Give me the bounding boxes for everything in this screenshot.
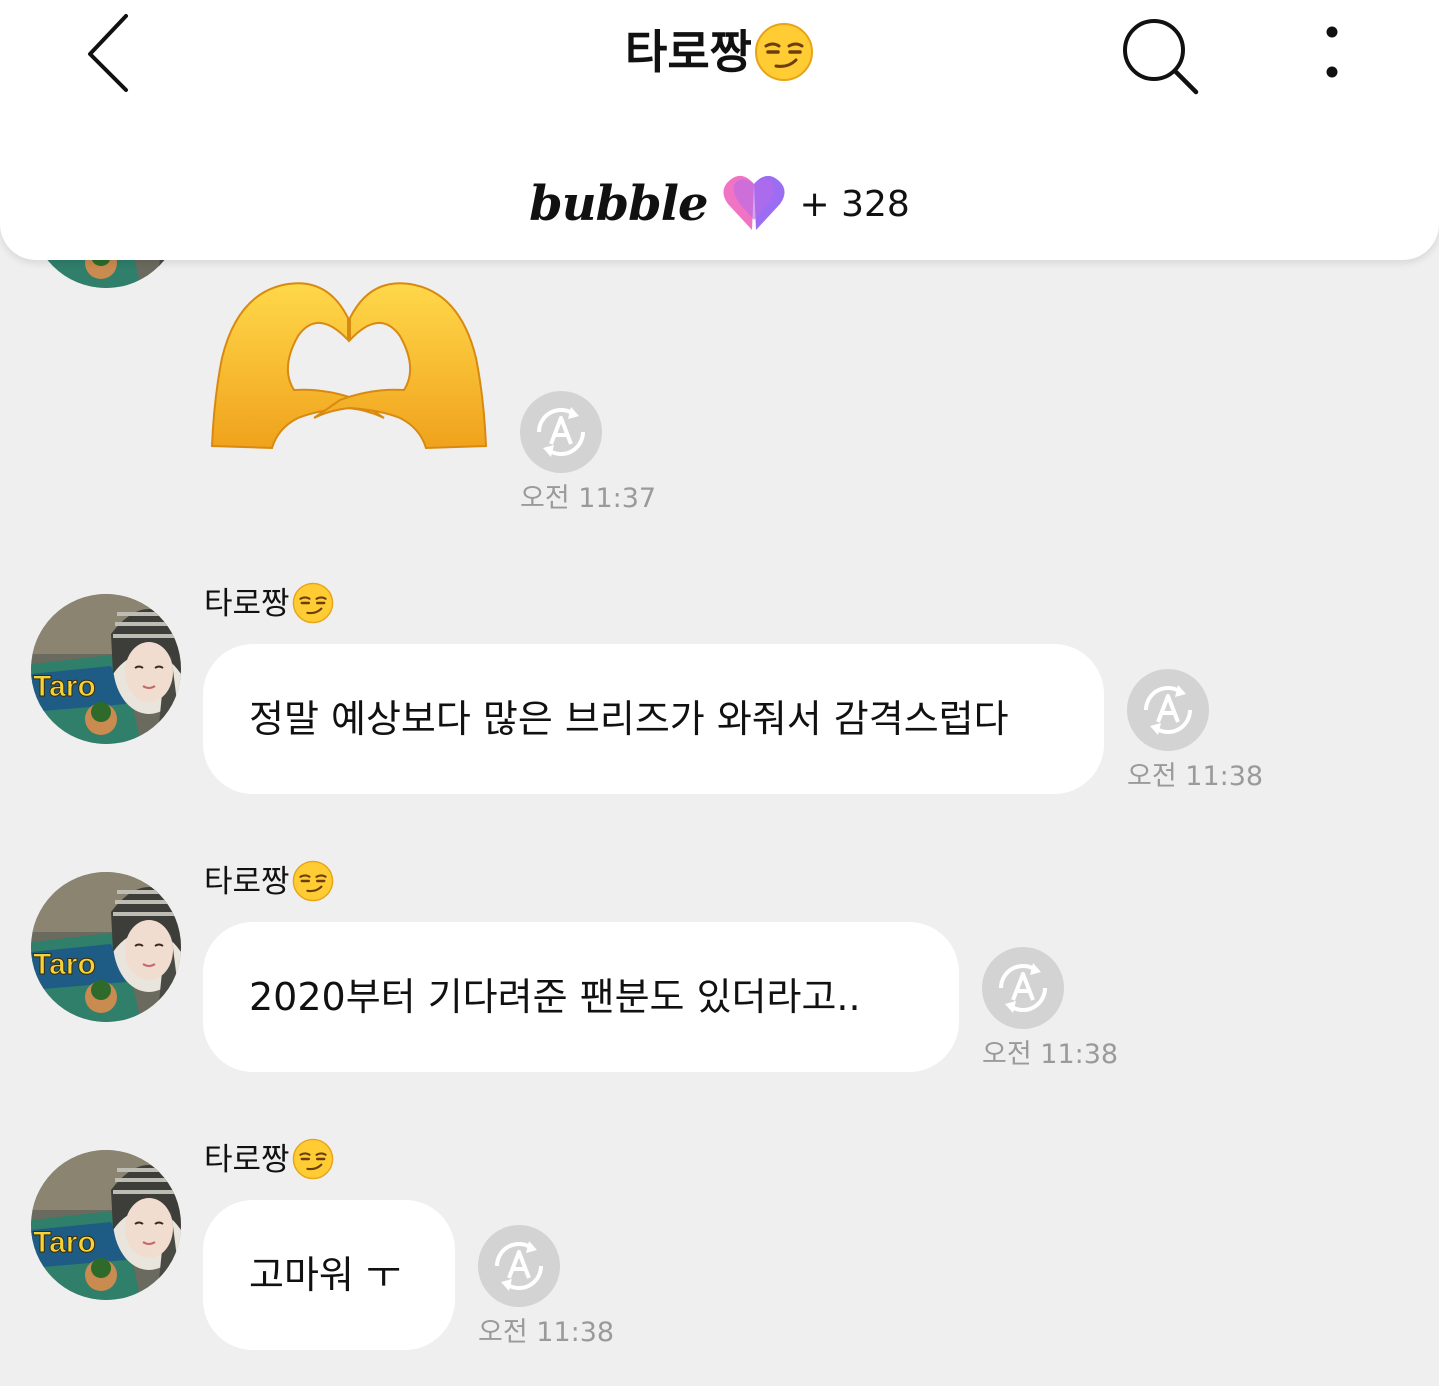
translate-icon — [476, 1223, 562, 1309]
message-bubble[interactable]: 정말 예상보다 많은 브리즈가 와줘서 감격스럽다 — [203, 644, 1104, 794]
smirking-face-emoji-icon — [754, 22, 814, 98]
translate-button[interactable] — [518, 389, 604, 475]
more-options-button[interactable] — [1300, 18, 1364, 90]
avatar-image — [31, 1150, 181, 1300]
translate-icon — [1125, 667, 1211, 753]
sender-name: 타로짱 — [204, 1138, 334, 1191]
translate-button[interactable] — [980, 945, 1066, 1031]
search-icon — [1123, 19, 1199, 95]
message-timestamp: 오전 11:38 — [982, 1039, 1119, 1070]
avatar-image — [31, 594, 181, 744]
smirking-face-emoji-icon — [291, 582, 334, 635]
message-timestamp: 오전 11:37 — [520, 483, 657, 514]
more-vertical-icon — [1326, 26, 1338, 78]
heart-hands-emoji-icon — [208, 278, 490, 454]
bubble-logo: bubble — [529, 176, 708, 232]
message-bubble[interactable]: 고마워 ㅜ — [203, 1200, 455, 1350]
translate-button[interactable] — [1125, 667, 1211, 753]
avatar[interactable] — [31, 1150, 181, 1300]
avatar-image — [31, 872, 181, 1022]
avatar[interactable] — [31, 872, 181, 1022]
bubble-membership-bar[interactable]: bubble + 328 — [0, 172, 1439, 244]
sender-name-text: 타로짱 — [204, 586, 290, 622]
avatar[interactable] — [31, 594, 181, 744]
bubble-heart-icon — [722, 172, 786, 236]
smirking-face-emoji-icon — [291, 1138, 334, 1191]
sender-name-text: 타로짱 — [204, 864, 290, 900]
translate-icon — [518, 389, 604, 475]
sender-name-text: 타로짱 — [204, 1142, 290, 1178]
search-button[interactable] — [1118, 12, 1204, 98]
sender-name: 타로짱 — [204, 860, 334, 913]
translate-icon — [980, 945, 1066, 1031]
translate-button[interactable] — [476, 1223, 562, 1309]
smirking-face-emoji-icon — [291, 860, 334, 913]
page-title: 타로짱 — [0, 20, 1439, 98]
message-bubble[interactable]: 2020부터 기다려준 팬분도 있더라고.. — [203, 922, 959, 1072]
message-timestamp: 오전 11:38 — [1127, 761, 1264, 792]
page-title-text: 타로짱 — [625, 25, 752, 79]
chat-header: 타로짱 bubble + 328 — [0, 0, 1439, 260]
message-timestamp: 오전 11:38 — [478, 1317, 615, 1348]
sender-name: 타로짱 — [204, 582, 334, 635]
bubble-count: + 328 — [799, 183, 910, 225]
